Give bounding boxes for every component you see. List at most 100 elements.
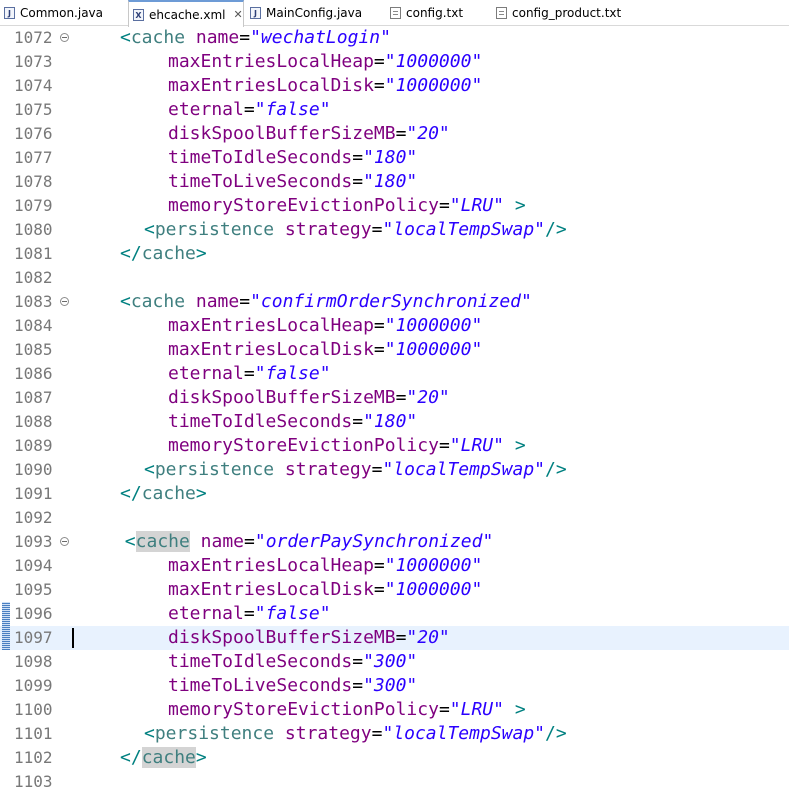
line-number: 1074: [14, 76, 53, 95]
xml-attribute-value: "180": [363, 171, 418, 192]
xml-bracket: >: [514, 435, 526, 456]
code-line[interactable]: 1088 timeToIdleSeconds="180": [0, 410, 789, 434]
line-number: 1078: [14, 172, 53, 191]
tab-config-txt[interactable]: config.txt: [390, 0, 463, 26]
xml-equals: =: [438, 435, 450, 456]
xml-attribute-name: diskSpoolBufferSizeMB: [168, 627, 396, 648]
xml-tag-name: cache: [130, 291, 186, 312]
code-line[interactable]: 1077 timeToIdleSeconds="180": [0, 146, 789, 170]
xml-tag-name: persistence: [154, 459, 275, 480]
code-text: memoryStoreEvictionPolicy="LRU" >: [168, 194, 526, 218]
xml-attribute-name: memoryStoreEvictionPolicy: [168, 435, 439, 456]
fold-collapse-icon[interactable]: [60, 297, 69, 306]
code-line[interactable]: 1089 memoryStoreEvictionPolicy="LRU" >: [0, 434, 789, 458]
code-text: maxEntriesLocalHeap="1000000": [168, 50, 482, 74]
tab-config-product-txt[interactable]: config_product.txt: [496, 0, 621, 26]
line-number: 1075: [14, 100, 53, 119]
xml-bracket: />: [545, 723, 567, 744]
line-number: 1103: [14, 772, 53, 791]
code-line[interactable]: 1099 timeToLiveSeconds="300": [0, 674, 789, 698]
code-line[interactable]: 1074 maxEntriesLocalDisk="1000000": [0, 74, 789, 98]
xml-tag-name-highlighted: cache: [135, 531, 190, 552]
code-line[interactable]: 1080 <persistence strategy="localTempSwap…: [0, 218, 789, 242]
xml-attribute-value: "LRU": [449, 435, 504, 456]
code-text: timeToLiveSeconds="180": [168, 170, 417, 194]
tab-label: config.txt: [406, 6, 464, 20]
code-line[interactable]: 1081 </cache>: [0, 242, 789, 266]
line-number: 1085: [14, 340, 53, 359]
code-line[interactable]: 1096 eternal="false": [0, 602, 789, 626]
line-number: 1100: [14, 700, 53, 719]
xml-equals: =: [395, 627, 407, 648]
code-line[interactable]: 1076 diskSpoolBufferSizeMB="20": [0, 122, 789, 146]
tab-mainconfig-java[interactable]: J MainConfig.java: [250, 0, 362, 26]
xml-equals: =: [352, 171, 364, 192]
code-line[interactable]: 1073 maxEntriesLocalHeap="1000000": [0, 50, 789, 74]
code-line[interactable]: 1075 eternal="false": [0, 98, 789, 122]
line-number: 1093: [14, 532, 53, 551]
xml-bracket: >: [195, 243, 207, 264]
code-line[interactable]: 1094 maxEntriesLocalHeap="1000000": [0, 554, 789, 578]
code-line[interactable]: 1078 timeToLiveSeconds="180": [0, 170, 789, 194]
tab-common-java[interactable]: J Common.java: [4, 0, 103, 26]
code-line[interactable]: 1084 maxEntriesLocalHeap="1000000": [0, 314, 789, 338]
xml-attribute-name: diskSpoolBufferSizeMB: [168, 123, 396, 144]
xml-attribute-name: maxEntriesLocalHeap: [168, 315, 374, 336]
code-line[interactable]: 1102 </cache>: [0, 746, 789, 770]
xml-attribute-value: "20": [406, 387, 450, 408]
code-line[interactable]: 1100 memoryStoreEvictionPolicy="LRU" >: [0, 698, 789, 722]
code-line[interactable]: 1086 eternal="false": [0, 362, 789, 386]
fold-collapse-icon[interactable]: [60, 537, 69, 546]
xml-equals: =: [373, 339, 385, 360]
xml-attribute-name: maxEntriesLocalHeap: [168, 51, 374, 72]
line-number: 1088: [14, 412, 53, 431]
xml-code-editor[interactable]: 1072 <cache name="wechatLogin" 1073 maxEntr…: [0, 26, 789, 792]
code-line[interactable]: 1098 timeToIdleSeconds="300": [0, 650, 789, 674]
xml-attribute-value: "wechatLogin": [250, 27, 391, 48]
code-text: timeToIdleSeconds="180": [168, 410, 417, 434]
close-tab-icon[interactable]: ✕: [233, 8, 242, 21]
xml-bracket: <: [144, 219, 155, 240]
xml-file-icon: X: [133, 8, 144, 21]
fold-collapse-icon[interactable]: [60, 33, 69, 42]
xml-equals: =: [371, 219, 383, 240]
xml-attribute-value: "localTempSwap": [382, 459, 546, 480]
code-line[interactable]: 1087 diskSpoolBufferSizeMB="20": [0, 386, 789, 410]
xml-equals: =: [373, 555, 385, 576]
code-line[interactable]: 1083 <cache name="confirmOrderSynchronize…: [0, 290, 789, 314]
xml-attribute-value: "300": [363, 651, 418, 672]
change-marker: [2, 602, 10, 626]
xml-attribute-value: "confirmOrderSynchronized": [250, 291, 532, 312]
xml-attribute-name: timeToLiveSeconds: [168, 675, 353, 696]
tab-ehcache-xml[interactable]: Xehcache.xml ✕: [128, 0, 244, 27]
xml-equals: =: [373, 75, 385, 96]
xml-attribute-value: "1000000": [384, 75, 483, 96]
xml-tag-name: persistence: [154, 723, 275, 744]
xml-tag-name: cache: [130, 27, 186, 48]
code-line[interactable]: 1097 diskSpoolBufferSizeMB="20": [0, 626, 789, 650]
code-line[interactable]: 1103: [0, 770, 789, 792]
code-line[interactable]: 1095 maxEntriesLocalDisk="1000000": [0, 578, 789, 602]
code-line[interactable]: 1101 <persistence strategy="localTempSwap…: [0, 722, 789, 746]
code-line[interactable]: 1093 <cache name="orderPaySynchronized": [0, 530, 789, 554]
code-line[interactable]: 1079 memoryStoreEvictionPolicy="LRU" >: [0, 194, 789, 218]
xml-equals: =: [373, 315, 385, 336]
code-line[interactable]: 1072 <cache name="wechatLogin": [0, 26, 789, 50]
code-text: diskSpoolBufferSizeMB="20": [168, 386, 450, 410]
code-line[interactable]: 1092: [0, 506, 789, 530]
line-number: 1072: [14, 28, 53, 47]
xml-attribute-value: "1000000": [384, 51, 483, 72]
xml-equals: =: [352, 147, 364, 168]
code-line[interactable]: 1090 <persistence strategy="localTempSwap…: [0, 458, 789, 482]
code-line[interactable]: 1082: [0, 266, 789, 290]
xml-equals: =: [395, 123, 407, 144]
code-line[interactable]: 1085 maxEntriesLocalDisk="1000000": [0, 338, 789, 362]
code-line[interactable]: 1091 </cache>: [0, 482, 789, 506]
code-text: maxEntriesLocalHeap="1000000": [168, 314, 482, 338]
code-text: diskSpoolBufferSizeMB="20": [168, 626, 450, 650]
xml-equals: =: [243, 603, 255, 624]
